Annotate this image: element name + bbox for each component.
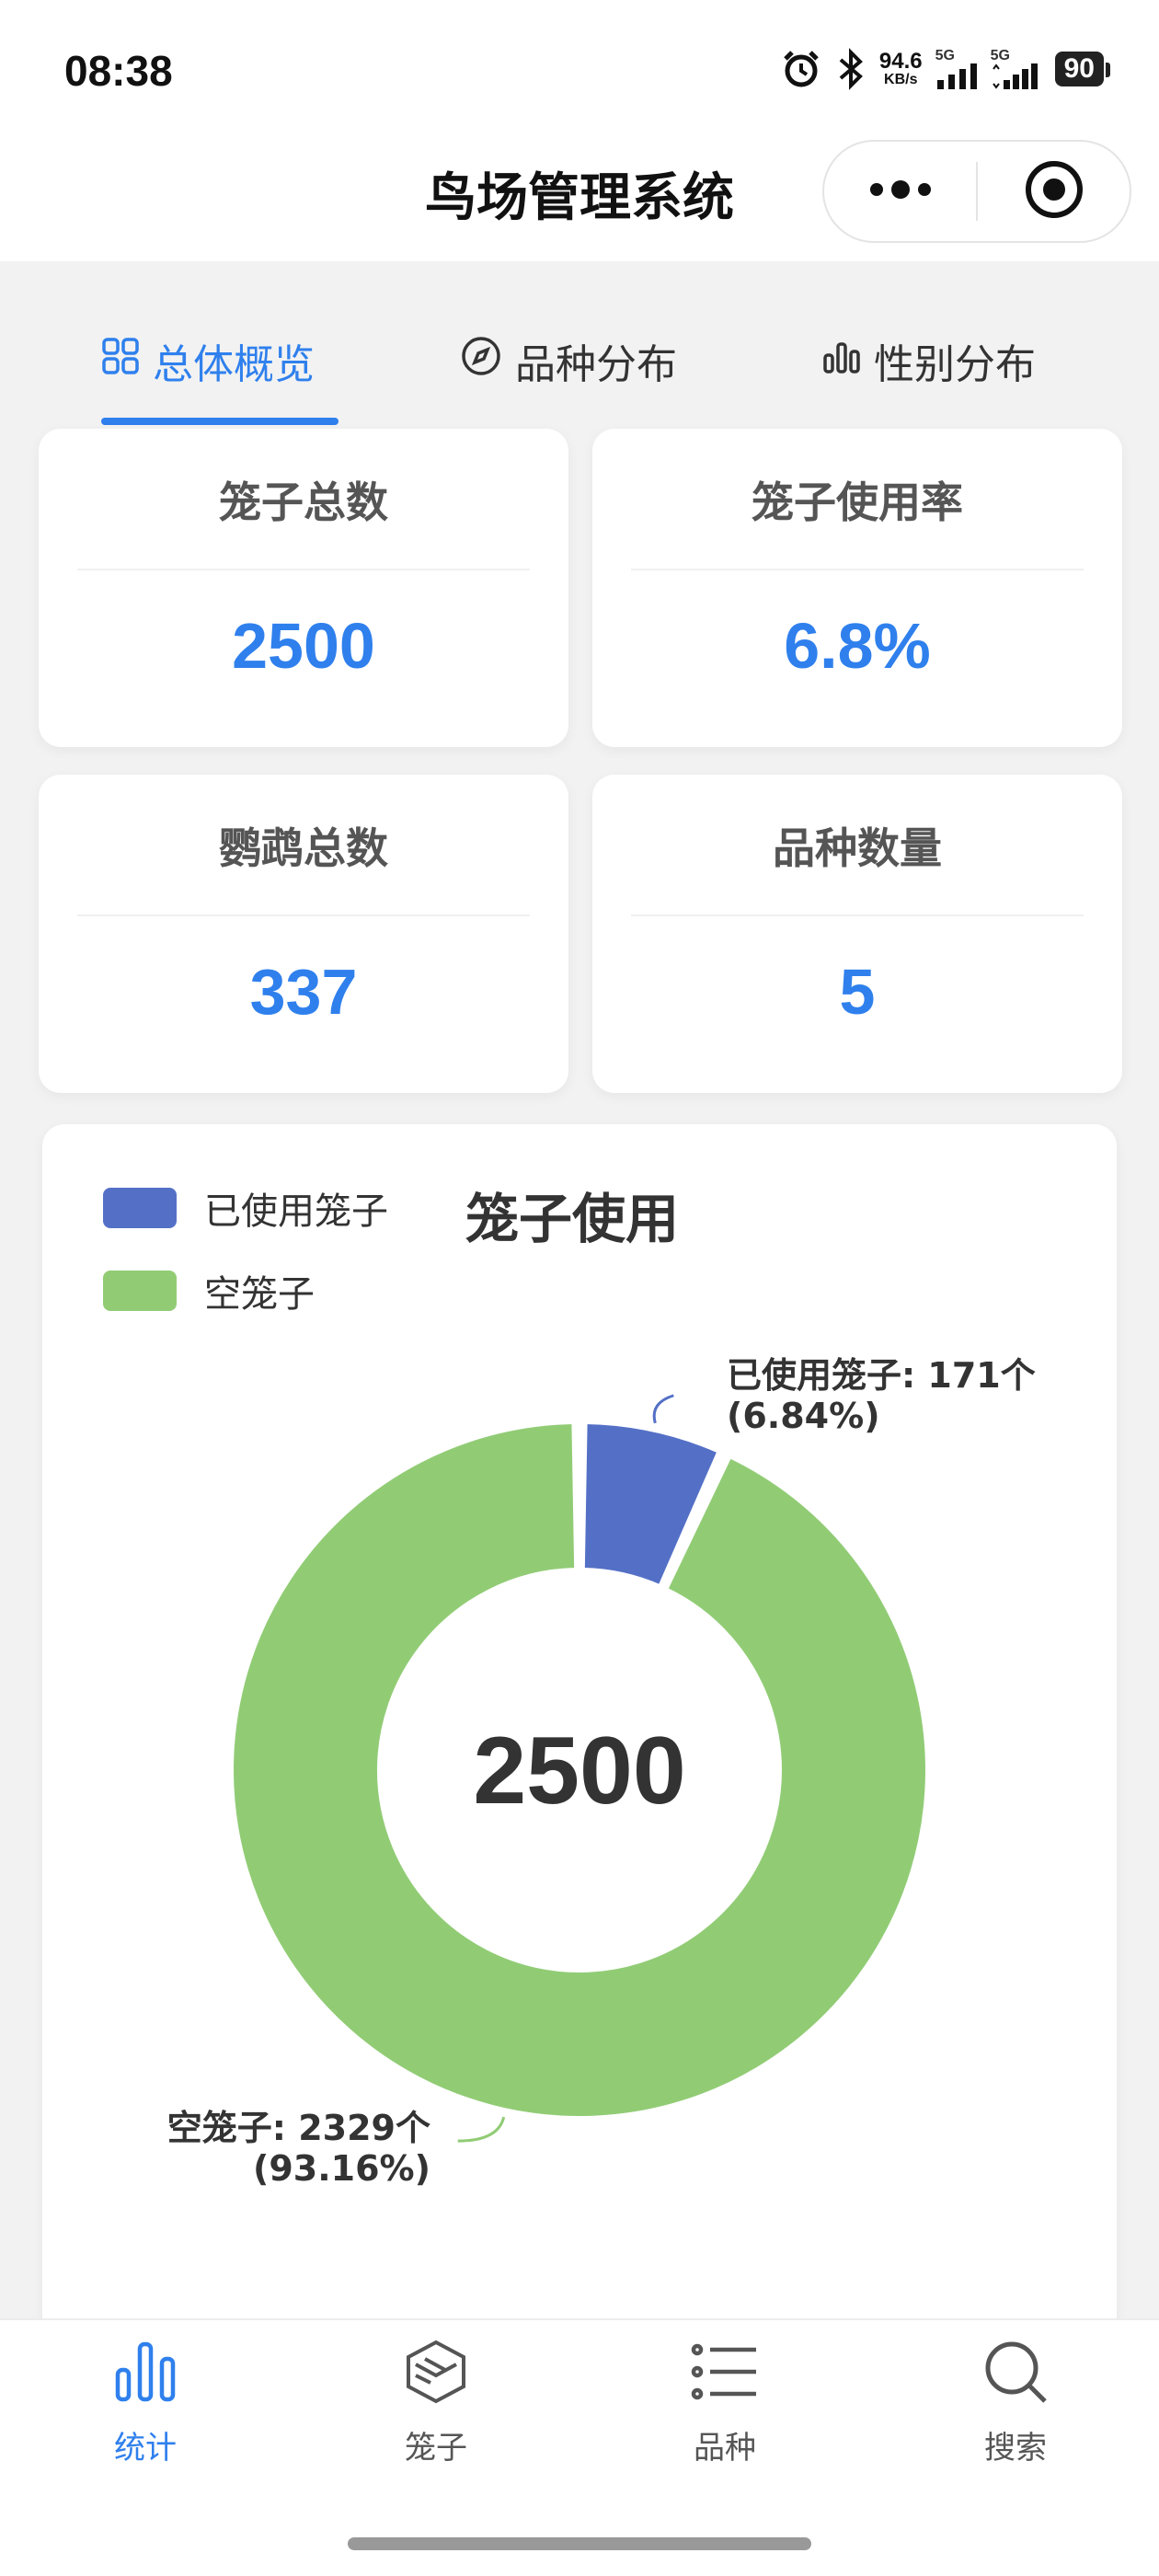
stat-title: 笼子使用率 — [752, 477, 963, 527]
stat-card-cage-usage: 笼子使用率 6.8% — [592, 429, 1122, 747]
stat-card-species-count: 品种数量 5 — [592, 775, 1122, 1093]
slice-data-label: 已使用笼子: 171个 — [727, 1355, 1036, 1396]
status-bar: 08:38 94.6 KB/s 5G 5G 90 — [0, 0, 1159, 138]
more-dots-icon — [867, 180, 934, 202]
stat-title: 笼子总数 — [219, 477, 388, 527]
donut-center-total: 2500 — [473, 1718, 685, 1824]
tab-gender[interactable]: 性别分布 — [822, 331, 1036, 390]
status-time: 08:38 — [64, 47, 173, 95]
stat-title: 品种数量 — [773, 823, 942, 873]
close-button[interactable] — [978, 159, 1130, 224]
stat-value: 337 — [249, 956, 358, 1028]
home-indicator — [348, 2537, 811, 2550]
stat-value: 6.8% — [784, 610, 931, 682]
slice-data-label: (93.16%) — [253, 2148, 430, 2189]
stat-value: 2500 — [232, 610, 375, 682]
signal-bars-icon — [936, 63, 977, 89]
legend-label: 空笼子 — [204, 1273, 315, 1316]
alarm-icon — [780, 48, 822, 90]
nav-item-cages[interactable]: 笼子 — [344, 2339, 528, 2467]
stat-title: 鹦鹉总数 — [219, 823, 388, 873]
tab-label: 性别分布 — [874, 341, 1036, 388]
active-tab-indicator — [101, 418, 339, 425]
legend-swatch — [103, 1188, 177, 1228]
nav-item-stats[interactable]: 统计 — [53, 2339, 237, 2467]
grid-icon — [101, 337, 140, 385]
legend-label: 已使用笼子 — [204, 1190, 388, 1233]
bluetooth-icon — [835, 48, 866, 90]
leader-line — [652, 1394, 674, 1424]
slice-data-label: 空笼子: 2329个 — [167, 2108, 430, 2148]
bar-chart-icon — [822, 337, 861, 385]
nav-label: 搜索 — [984, 2430, 1047, 2467]
bar-chart-icon — [112, 2339, 178, 2413]
nav-item-search[interactable]: 搜索 — [924, 2339, 1107, 2467]
stat-card-cages-total: 笼子总数 2500 — [39, 429, 568, 747]
chart-title: 笼子使用 — [465, 1188, 680, 1250]
tab-species[interactable]: 品种分布 — [460, 331, 677, 390]
leader-line — [457, 2116, 506, 2143]
search-icon — [982, 2339, 1049, 2413]
signal-1: 5G — [935, 49, 978, 89]
tab-label: 品种分布 — [515, 341, 677, 388]
target-close-icon — [1024, 159, 1084, 224]
compass-icon — [460, 335, 502, 387]
net-speed: 94.6 KB/s — [878, 49, 923, 87]
nav-label: 笼子 — [405, 2430, 467, 2467]
divider — [631, 569, 1084, 570]
tab-overview[interactable]: 总体概览 — [101, 331, 315, 390]
legend-item-empty[interactable]: 空笼子 — [103, 1264, 315, 1317]
cube-icon — [403, 2339, 469, 2413]
battery-indicator: 90 — [1054, 52, 1111, 86]
stat-value: 5 — [839, 956, 876, 1028]
donut-chart: 2500 已使用笼子: 171个(6.84%) 空笼子: 2329个(93.16%… — [167, 1355, 1036, 2189]
legend-swatch — [103, 1271, 177, 1311]
divider — [77, 569, 530, 570]
signal-bars-icon — [992, 63, 1038, 89]
stat-card-parrots-total: 鹦鹉总数 337 — [39, 775, 568, 1093]
nav-label: 品种 — [694, 2430, 756, 2467]
divider — [631, 914, 1084, 916]
status-icons: 94.6 KB/s 5G 5G 90 — [780, 48, 1111, 90]
more-button[interactable] — [824, 180, 976, 202]
mini-program-capsule — [822, 140, 1131, 243]
nav-item-species[interactable]: 品种 — [633, 2339, 817, 2467]
slice-data-label: (6.84%) — [727, 1396, 880, 1436]
nav-label: 统计 — [114, 2430, 177, 2467]
legend-item-used[interactable]: 已使用笼子 — [103, 1181, 388, 1235]
tab-label: 总体概览 — [153, 341, 315, 388]
signal-2: 5G — [991, 49, 1042, 89]
divider — [77, 914, 530, 916]
list-icon — [690, 2339, 760, 2413]
tab-bar: 总体概览 品种分布 性别分布 — [0, 304, 1159, 432]
